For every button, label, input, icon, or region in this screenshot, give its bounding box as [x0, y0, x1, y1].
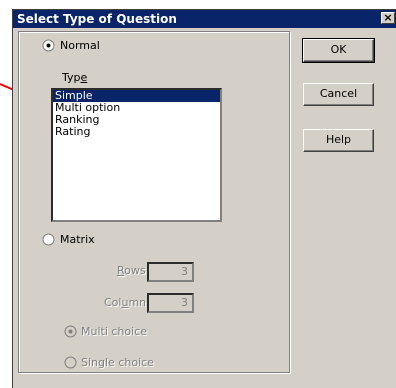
help-button[interactable]: Help: [303, 129, 374, 152]
rows-input[interactable]: 3: [147, 262, 194, 282]
normal-radio[interactable]: [42, 39, 55, 52]
multi-choice-label[interactable]: Multi choice: [81, 325, 147, 338]
matrix-radio-label[interactable]: Matrix: [60, 233, 95, 246]
ok-button[interactable]: OK: [302, 38, 375, 63]
multi-choice-radio[interactable]: [64, 325, 77, 338]
title-bar: Select Type of Question ×: [13, 10, 396, 28]
columns-label: Columns: [104, 296, 152, 309]
list-item[interactable]: Rating: [53, 126, 220, 138]
matrix-radio[interactable]: [42, 233, 55, 246]
close-button[interactable]: ×: [381, 12, 395, 24]
rows-label: Rows: [117, 264, 146, 277]
single-choice-label[interactable]: Single choice: [81, 356, 154, 369]
type-label: Type: [62, 71, 88, 84]
question-type-listbox[interactable]: Simple Multi option Ranking Rating: [51, 88, 222, 222]
dialog-title: Select Type of Question: [17, 12, 177, 26]
columns-input[interactable]: 3: [147, 293, 194, 313]
cancel-button[interactable]: Cancel: [303, 83, 374, 106]
normal-radio-label[interactable]: Normal: [60, 39, 100, 52]
single-choice-radio[interactable]: [64, 356, 77, 369]
